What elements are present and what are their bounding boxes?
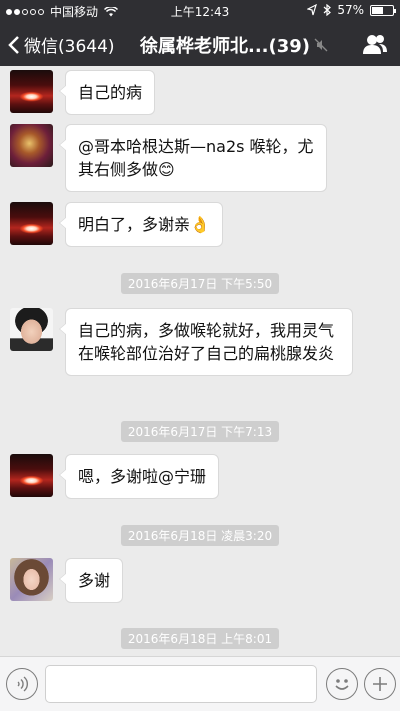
message-row: @哥本哈根达斯—na2s 喉轮，尤其右侧多做😊	[10, 124, 327, 192]
bluetooth-icon	[323, 4, 332, 16]
message-row: 嗯，多谢啦@宁珊	[10, 454, 220, 499]
battery-percent: 57%	[337, 3, 364, 17]
battery-icon	[370, 4, 396, 16]
message-row: 自己的病，多做喉轮就好，我用灵气在喉轮部位治好了自己的扁桃腺发炎	[10, 308, 353, 376]
message-row: 多谢	[10, 558, 124, 603]
back-button[interactable]: 微信(3644)	[8, 32, 115, 57]
location-icon	[307, 4, 318, 16]
timestamp: 2016年6月17日 下午5:50	[0, 273, 400, 294]
top-bar: 中国移动 上午12:43 57% 微信(3644) 徐属桦老师北...(39)	[0, 0, 400, 66]
back-label: 微信(3644)	[24, 37, 115, 57]
emoji-icon	[335, 679, 349, 690]
plus-icon	[373, 677, 387, 691]
message-row: 明白了，多谢亲👌	[10, 202, 223, 247]
timestamp-label: 2016年6月17日 下午5:50	[120, 273, 280, 294]
message-bubble[interactable]: 多谢	[58, 558, 124, 603]
status-bar: 中国移动 上午12:43 57%	[0, 0, 400, 22]
battery-fill	[372, 6, 383, 14]
timestamp-label: 2016年6月18日 凌晨3:20	[120, 525, 280, 546]
avatar[interactable]	[10, 308, 53, 351]
voice-icon	[17, 676, 28, 692]
input-bar	[0, 656, 400, 711]
message-bubble[interactable]: 明白了，多谢亲👌	[59, 202, 223, 247]
voice-button[interactable]	[6, 668, 38, 700]
timestamp: 2016年6月18日 上午8:01	[0, 628, 400, 649]
message-bubble[interactable]: 自己的病	[58, 70, 156, 115]
message-bubble[interactable]: 自己的病，多做喉轮就好，我用灵气在喉轮部位治好了自己的扁桃腺发炎	[59, 308, 353, 376]
status-right: 57%	[307, 3, 396, 17]
page-title: 徐属桦老师北...(39)	[140, 32, 328, 58]
message-row: 自己的病	[10, 70, 156, 115]
avatar[interactable]	[10, 124, 53, 167]
nav-bar: 微信(3644) 徐属桦老师北...(39)	[0, 22, 400, 66]
avatar[interactable]	[10, 558, 53, 601]
group-members-icon[interactable]	[362, 32, 388, 56]
message-bubble[interactable]: 嗯，多谢啦@宁珊	[58, 454, 220, 499]
timestamp-label: 2016年6月17日 下午7:13	[120, 421, 280, 442]
mute-icon	[314, 38, 328, 52]
message-bubble[interactable]: @哥本哈根达斯—na2s 喉轮，尤其右侧多做😊	[59, 124, 327, 192]
emoji-button[interactable]	[326, 668, 358, 700]
avatar[interactable]	[10, 454, 53, 497]
timestamp: 2016年6月18日 凌晨3:20	[0, 525, 400, 546]
avatar[interactable]	[10, 70, 53, 113]
chat-title: 徐属桦老师北...(39)	[140, 36, 311, 57]
plus-button[interactable]	[364, 668, 396, 700]
chevron-left-icon	[8, 35, 19, 54]
avatar[interactable]	[10, 202, 53, 245]
timestamp: 2016年6月17日 下午7:13	[0, 421, 400, 442]
timestamp-label: 2016年6月18日 上午8:01	[120, 628, 280, 649]
chat-area[interactable]: 自己的病 @哥本哈根达斯—na2s 喉轮，尤其右侧多做😊 明白了，多谢亲👌 20…	[0, 66, 400, 656]
message-input[interactable]	[45, 665, 317, 703]
